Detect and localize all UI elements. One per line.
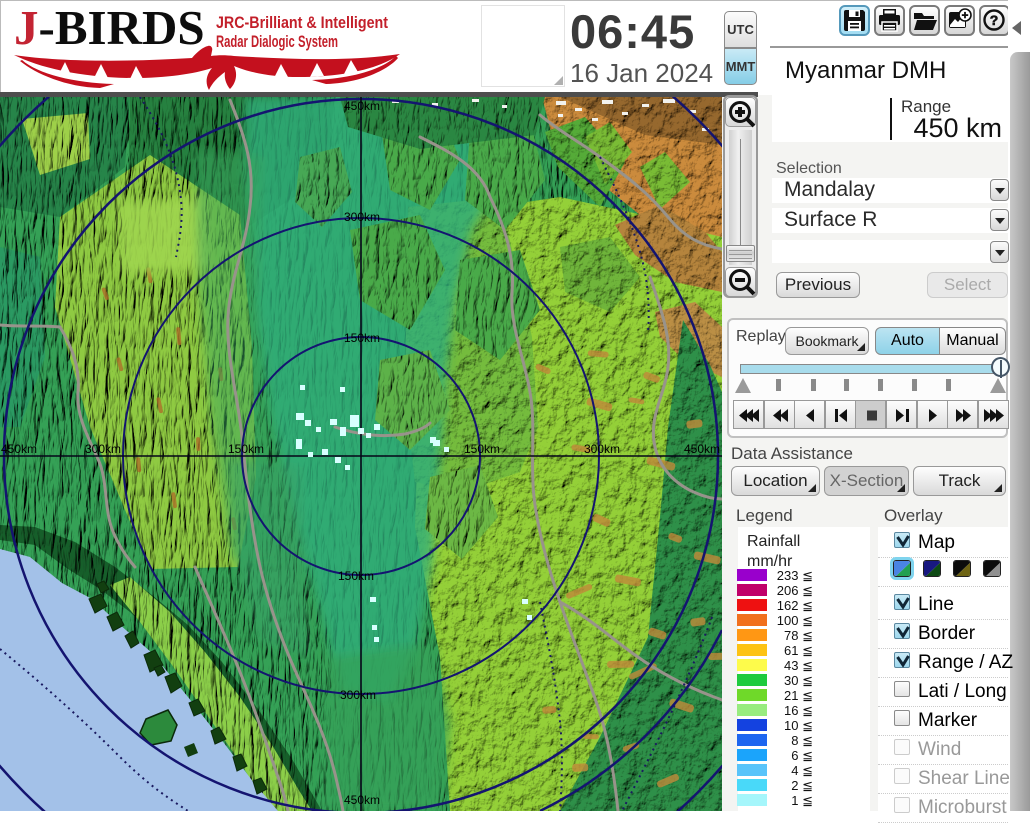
svg-text:150km: 150km <box>228 442 264 456</box>
svg-text:150km: 150km <box>344 331 380 345</box>
svg-text:450km: 450km <box>1 442 37 456</box>
svg-text:450km: 450km <box>684 442 720 456</box>
svg-text:150km: 150km <box>338 569 374 583</box>
svg-text:450km: 450km <box>344 793 380 807</box>
svg-text:300km: 300km <box>340 688 376 702</box>
svg-text:300km: 300km <box>584 442 620 456</box>
svg-text:300km: 300km <box>344 210 380 224</box>
svg-text:JRC-Brilliant & Intelligent: JRC-Brilliant & Intelligent <box>216 13 388 32</box>
svg-text:300km: 300km <box>85 442 121 456</box>
svg-text:150km: 150km <box>464 442 500 456</box>
svg-text:J-BIRDS: J-BIRDS <box>14 2 205 55</box>
svg-text:450km: 450km <box>344 99 380 113</box>
svg-text:?: ? <box>990 12 999 28</box>
svg-text:Radar Dialogic System: Radar Dialogic System <box>216 32 338 51</box>
